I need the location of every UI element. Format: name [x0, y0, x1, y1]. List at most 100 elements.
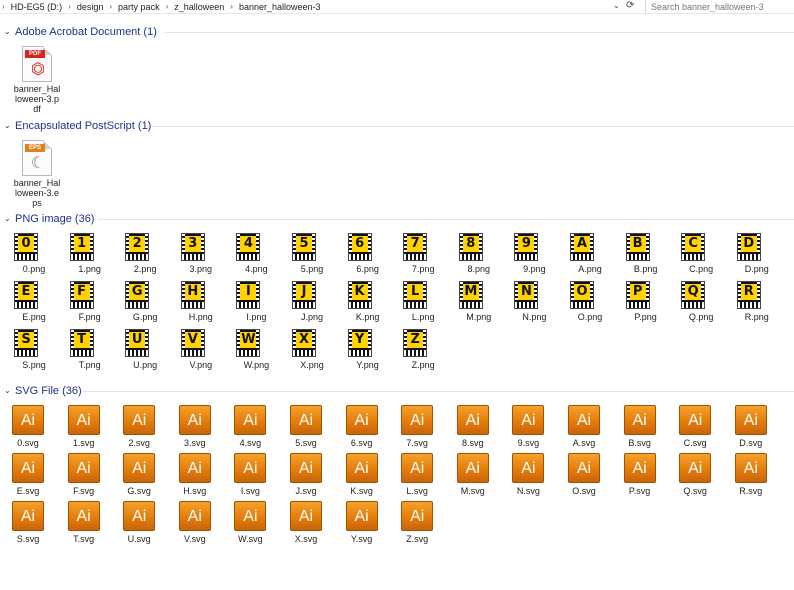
file-tile-svg[interactable]: Ai O.svg — [568, 453, 612, 499]
group-header-eps[interactable]: ⌄ Encapsulated PostScript (1) — [0, 119, 794, 133]
file-tile-svg[interactable]: Ai G.svg — [123, 453, 167, 499]
search-input[interactable] — [646, 0, 794, 13]
file-tile-png[interactable]: 7 7.png — [401, 233, 445, 277]
file-tile-png[interactable]: 6 6.png — [346, 233, 390, 277]
image-thumbnail: L — [403, 281, 428, 309]
file-tile-png[interactable]: V V.png — [179, 329, 223, 373]
file-tile-svg[interactable]: Ai F.svg — [67, 453, 112, 499]
file-tile-svg[interactable]: Ai E.svg — [12, 453, 56, 499]
file-tile-png[interactable]: 8 8.png — [457, 233, 501, 277]
file-tile-svg[interactable]: Ai S.svg — [12, 501, 56, 547]
refresh-icon[interactable]: ⟳ — [626, 0, 634, 11]
file-tile-png[interactable]: 5 5.png — [290, 233, 334, 277]
file-tile-svg[interactable]: Ai V.svg — [178, 501, 223, 547]
file-tile-png[interactable]: P P.png — [624, 281, 668, 325]
file-tile-png[interactable]: W W.png — [234, 329, 278, 373]
file-tile-svg[interactable]: Ai 2.svg — [123, 405, 167, 451]
file-tile-png[interactable]: Z Z.png — [401, 329, 445, 373]
file-tile-png[interactable]: 3 3.png — [179, 233, 223, 277]
file-tile-svg[interactable]: Ai Q.svg — [679, 453, 723, 499]
file-tile-svg[interactable]: Ai W.svg — [234, 501, 278, 547]
group-header-pdf[interactable]: ⌄ Adobe Acrobat Document (1) — [0, 25, 794, 39]
file-tile-svg[interactable]: Ai H.svg — [178, 453, 223, 499]
breadcrumb-item[interactable]: banner_halloween-3 — [239, 2, 321, 12]
file-tile-png[interactable]: D D.png — [735, 233, 779, 277]
file-tile-svg[interactable]: Ai M.svg — [456, 453, 501, 499]
breadcrumb-item[interactable]: party pack — [118, 2, 160, 12]
file-tile-svg[interactable]: Ai N.svg — [512, 453, 556, 499]
file-tile-png[interactable]: 0 0.png — [12, 233, 56, 277]
file-tile-png[interactable]: 4 4.png — [234, 233, 278, 277]
file-tile-png[interactable]: H H.png — [179, 281, 223, 325]
chevron-down-icon[interactable]: ⌄ — [4, 212, 11, 226]
group-header-svg[interactable]: ⌄ SVG File (36) — [0, 384, 794, 398]
breadcrumb-item[interactable]: HD-EG5 (D:) — [11, 2, 63, 12]
chevron-down-icon[interactable]: ⌄ — [4, 384, 11, 398]
file-tile-svg[interactable]: Ai U.svg — [123, 501, 167, 547]
file-tile-png[interactable]: 9 9.png — [512, 233, 556, 277]
file-tile-svg[interactable]: Ai 6.svg — [345, 405, 390, 451]
file-tile-svg[interactable]: Ai D.svg — [734, 405, 779, 451]
file-tile-png[interactable]: I I.png — [234, 281, 278, 325]
breadcrumb[interactable]: › HD-EG5 (D:) › design › party pack › z_hallowe… — [0, 0, 321, 13]
chevron-down-icon[interactable]: ⌄ — [4, 25, 11, 39]
file-tile-png[interactable]: C C.png — [679, 233, 723, 277]
file-tile-svg[interactable]: Ai C.svg — [679, 405, 723, 451]
file-tile-png[interactable]: B B.png — [624, 233, 668, 277]
search-box[interactable] — [645, 0, 794, 13]
chevron-right-icon[interactable]: › — [2, 2, 5, 11]
file-tile-svg[interactable]: Ai L.svg — [401, 453, 445, 499]
file-tile-svg[interactable]: Ai I.svg — [234, 453, 278, 499]
file-tile-png[interactable]: N N.png — [512, 281, 556, 325]
chevron-right-icon[interactable]: › — [230, 2, 233, 11]
file-tile-svg[interactable]: Ai 8.svg — [456, 405, 501, 451]
file-tile-png[interactable]: 2 2.png — [123, 233, 167, 277]
breadcrumb-item[interactable]: design — [77, 2, 104, 12]
chevron-down-icon[interactable]: ⌄ — [4, 119, 11, 133]
file-tile-png[interactable]: K K.png — [346, 281, 390, 325]
file-tile-svg[interactable]: Ai 3.svg — [178, 405, 223, 451]
file-tile-svg[interactable]: Ai R.svg — [734, 453, 779, 499]
file-tile-svg[interactable]: Ai K.svg — [345, 453, 390, 499]
file-tile-svg[interactable]: Ai B.svg — [623, 405, 668, 451]
group-header-png[interactable]: ⌄ PNG image (36) — [0, 212, 794, 226]
file-tile-svg[interactable]: Ai J.svg — [290, 453, 334, 499]
file-tile-eps[interactable]: EPS ☾ banner_Hal loween-3.e ps — [8, 140, 66, 208]
file-tile-png[interactable]: U U.png — [123, 329, 167, 373]
file-tile-png[interactable]: F F.png — [68, 281, 112, 325]
file-tile-png[interactable]: O O.png — [568, 281, 612, 325]
file-tile-png[interactable]: G G.png — [123, 281, 167, 325]
file-tile-png[interactable]: S S.png — [12, 329, 56, 373]
file-tile-svg[interactable]: Ai 7.svg — [401, 405, 445, 451]
file-tile-svg[interactable]: Ai 4.svg — [234, 405, 278, 451]
chevron-down-icon[interactable]: ⌄ — [613, 1, 620, 10]
file-tile-png[interactable]: Q Q.png — [679, 281, 723, 325]
chevron-right-icon[interactable]: › — [166, 2, 169, 11]
file-tile-png[interactable]: A A.png — [568, 233, 612, 277]
file-tile-png[interactable]: 1 1.png — [68, 233, 112, 277]
address-bar[interactable]: › HD-EG5 (D:) › design › party pack › z_hallowe… — [0, 0, 794, 14]
file-tile-png[interactable]: E E.png — [12, 281, 56, 325]
file-tile-svg[interactable]: Ai P.svg — [623, 453, 668, 499]
file-tile-png[interactable]: T T.png — [68, 329, 112, 373]
file-tile-svg[interactable]: Ai A.svg — [568, 405, 612, 451]
file-tile-svg[interactable]: Ai 9.svg — [512, 405, 556, 451]
file-tile-pdf[interactable]: PDF ⏣ banner_Hal loween-3.p df — [8, 46, 66, 114]
file-tile-svg[interactable]: Ai Z.svg — [401, 501, 445, 547]
file-tile-png[interactable]: J J.png — [290, 281, 334, 325]
file-tile-svg[interactable]: Ai T.svg — [67, 501, 112, 547]
file-tile-svg[interactable]: Ai 0.svg — [12, 405, 56, 451]
file-tile-png[interactable]: L L.png — [401, 281, 445, 325]
illustrator-icon: Ai — [401, 405, 434, 435]
breadcrumb-item[interactable]: z_halloween — [174, 2, 224, 12]
file-tile-png[interactable]: X X.png — [290, 329, 334, 373]
chevron-right-icon[interactable]: › — [68, 2, 71, 11]
file-tile-svg[interactable]: Ai 5.svg — [290, 405, 334, 451]
file-tile-png[interactable]: M M.png — [457, 281, 501, 325]
file-tile-svg[interactable]: Ai X.svg — [290, 501, 334, 547]
file-tile-svg[interactable]: Ai 1.svg — [67, 405, 112, 451]
file-tile-svg[interactable]: Ai Y.svg — [345, 501, 390, 547]
file-tile-png[interactable]: Y Y.png — [346, 329, 390, 373]
chevron-right-icon[interactable]: › — [109, 2, 112, 11]
file-tile-png[interactable]: R R.png — [735, 281, 779, 325]
